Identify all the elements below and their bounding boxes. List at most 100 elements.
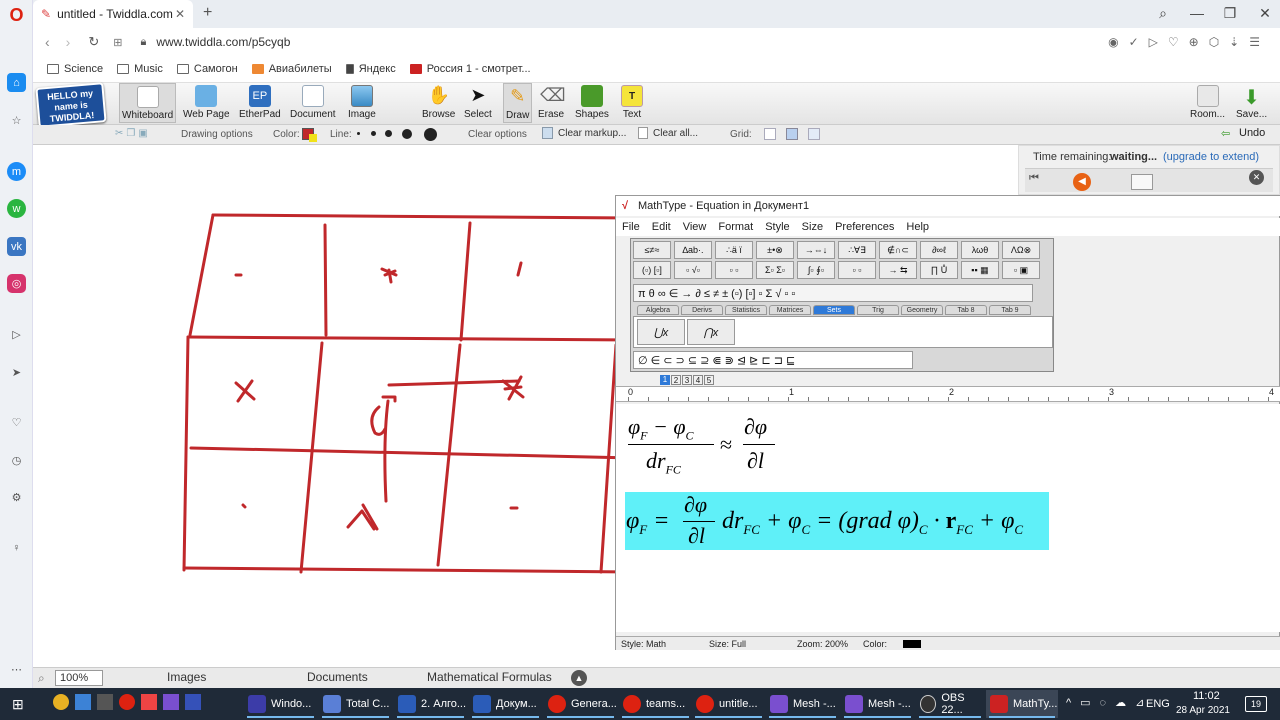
- bookmark-science[interactable]: Science: [47, 63, 103, 75]
- system-tray-icons[interactable]: ^▭◌☁⊿: [1066, 696, 1153, 709]
- task-total-commander[interactable]: Total C...: [319, 690, 392, 718]
- language-indicator[interactable]: ENG: [1146, 698, 1170, 710]
- audio-speaker-icon[interactable]: ◀: [1073, 173, 1091, 191]
- start-windows-icon[interactable]: ⊞: [12, 696, 24, 713]
- app-icon[interactable]: [141, 694, 157, 710]
- size-tab-2[interactable]: 2: [671, 375, 681, 385]
- browser-tab[interactable]: ✎ untitled - Twiddla.com ✕: [33, 0, 193, 28]
- images-tab[interactable]: Images: [167, 670, 206, 684]
- palette-spaces[interactable]: ∆ab·.: [674, 241, 712, 259]
- send-icon[interactable]: ➤: [7, 363, 26, 382]
- task-obs[interactable]: OBS 22...: [916, 690, 984, 718]
- menu-size[interactable]: Size: [802, 221, 823, 233]
- palette-embellish[interactable]: ∴ä ï: [715, 241, 753, 259]
- close-window-button[interactable]: ✕: [1255, 5, 1275, 23]
- tab-9[interactable]: Tab 9: [989, 305, 1031, 315]
- whatsapp-icon[interactable]: w: [7, 199, 26, 218]
- math-formulas-tab[interactable]: Mathematical Formulas: [427, 670, 552, 684]
- task-windo[interactable]: Windo...: [244, 690, 317, 718]
- palette-boxes[interactable]: ▫ ▣: [1002, 261, 1040, 279]
- expand-up-icon[interactable]: ▲: [571, 670, 587, 686]
- undo-button[interactable]: Undo: [1239, 127, 1265, 139]
- palette-small-bar[interactable]: π θ ∞ ∈ → ∂ ≤ ≠ ± (▫) [▫] ▫ Σ √ ▫ ▫: [633, 284, 1033, 302]
- tab-statistics[interactable]: Statistics: [725, 305, 767, 315]
- screen-icon[interactable]: [75, 694, 91, 710]
- template-intersection-x[interactable]: ⋂x: [687, 319, 735, 345]
- tab-algebra[interactable]: Algebra: [637, 305, 679, 315]
- bookmark-samogon[interactable]: Самогон: [176, 63, 238, 75]
- settings-gear-icon[interactable]: ⚙: [7, 488, 26, 507]
- speed-dial-icon[interactable]: ⊞: [113, 36, 122, 49]
- tab-derivs[interactable]: Derivs: [681, 305, 723, 315]
- size-tab-1[interactable]: 1: [660, 375, 670, 385]
- close-panel-icon[interactable]: ✕: [1249, 170, 1264, 185]
- back-icon[interactable]: ‹: [45, 34, 50, 50]
- bookmark-music[interactable]: Music: [117, 63, 163, 75]
- clock-time[interactable]: 11:02: [1193, 690, 1220, 702]
- url-field[interactable]: www.twiddla.com/p5cyqb: [156, 35, 290, 49]
- palette-greek-lower[interactable]: λωθ: [961, 241, 999, 259]
- tool-text[interactable]: T Text: [621, 85, 643, 120]
- documents-tab[interactable]: Documents: [307, 670, 368, 684]
- grid-none-option[interactable]: [764, 128, 776, 140]
- maximize-button[interactable]: ❐: [1220, 5, 1240, 23]
- task-mathtype[interactable]: MathTy...: [986, 690, 1058, 718]
- history-icon[interactable]: ◷: [7, 451, 26, 470]
- clipboard-icons[interactable]: ✂❐▣: [115, 128, 151, 139]
- tab-8[interactable]: Tab 8: [945, 305, 987, 315]
- opera-icon[interactable]: [119, 694, 135, 710]
- contact-card-icon[interactable]: [1131, 174, 1153, 190]
- line-width-3[interactable]: [385, 130, 392, 137]
- size-tab-4[interactable]: 4: [693, 375, 703, 385]
- tool-document[interactable]: Document: [290, 85, 336, 120]
- sets-symbol-row[interactable]: ∅ ∈ ⊂ ⊃ ⊆ ⊇ ⋐ ⋑ ⊴ ⊵ ⊏ ⊐ ⊑: [633, 351, 913, 369]
- media-prev-icon[interactable]: ⏮: [1029, 172, 1039, 185]
- task-untitled[interactable]: untitle...: [692, 690, 765, 718]
- tab-sets[interactable]: Sets: [813, 305, 855, 315]
- equation-editor-area[interactable]: φF − φC drFC ≈ ∂φ ∂l φF = ∂φ ∂l drFC + φ…: [616, 404, 1280, 632]
- palette-scripts[interactable]: ▫ ▫: [715, 261, 753, 279]
- palette-fractions[interactable]: ▫ √▫: [674, 261, 712, 279]
- forward-icon[interactable]: ›: [66, 34, 71, 50]
- line-width-4[interactable]: [402, 129, 412, 139]
- tool-shapes[interactable]: Shapes: [575, 85, 609, 120]
- bookmark-icon[interactable]: ☆: [7, 111, 26, 130]
- task-general[interactable]: Genera...: [544, 690, 617, 718]
- line-width-2[interactable]: [371, 131, 376, 136]
- visual-studio-icon[interactable]: [163, 694, 179, 710]
- tab-geometry[interactable]: Geometry: [901, 305, 943, 315]
- menu-edit[interactable]: Edit: [652, 221, 671, 233]
- palette-bars[interactable]: ▫ ▫: [838, 261, 876, 279]
- vk-icon[interactable]: vk: [7, 237, 26, 256]
- clear-markup-button[interactable]: Clear markup...: [558, 128, 626, 139]
- tool-whiteboard[interactable]: Whiteboard: [119, 83, 177, 123]
- menu-preferences[interactable]: Preferences: [835, 221, 894, 233]
- tool-image[interactable]: Image: [348, 85, 376, 120]
- menu-format[interactable]: Format: [718, 221, 753, 233]
- menu-help[interactable]: Help: [906, 221, 929, 233]
- task-teams[interactable]: teams...: [619, 690, 692, 718]
- notification-center-icon[interactable]: 19: [1245, 696, 1267, 712]
- bookmark-russia1[interactable]: Россия 1 - смотрет...: [409, 63, 531, 75]
- clear-all-button[interactable]: Clear all...: [653, 128, 698, 139]
- palette-arrows[interactable]: →⇔↓: [797, 241, 835, 259]
- palette-relations[interactable]: ≤≠≈: [633, 241, 671, 259]
- home-icon[interactable]: ⌂: [7, 73, 26, 92]
- opera-logo-icon[interactable]: O: [7, 5, 26, 25]
- mathtype-titlebar[interactable]: √ MathType - Equation in Документ1: [616, 196, 1280, 216]
- tab-matrices[interactable]: Matrices: [769, 305, 811, 315]
- address-actions-icons[interactable]: ◉✓▷♡⊕⬡⇣☰: [1108, 35, 1270, 49]
- palette-integrals[interactable]: ∫▫ ∮▫: [797, 261, 835, 279]
- tool-draw[interactable]: ✎ Draw: [503, 83, 533, 123]
- chrome-icon[interactable]: [53, 694, 69, 710]
- task-word-2[interactable]: Докум...: [469, 690, 542, 718]
- tool-web-page[interactable]: Web Page: [183, 85, 230, 120]
- task-mesh-1[interactable]: Mesh -...: [766, 690, 839, 718]
- tips-bulb-icon[interactable]: ♀: [7, 538, 26, 557]
- size-tab-5[interactable]: 5: [704, 375, 714, 385]
- menu-view[interactable]: View: [683, 221, 707, 233]
- menu-style[interactable]: Style: [765, 221, 789, 233]
- line-width-5[interactable]: [424, 128, 437, 141]
- palette-labeled-arrows[interactable]: → ⇆: [879, 261, 917, 279]
- palette-sums[interactable]: Σ▫ Σ▫: [756, 261, 794, 279]
